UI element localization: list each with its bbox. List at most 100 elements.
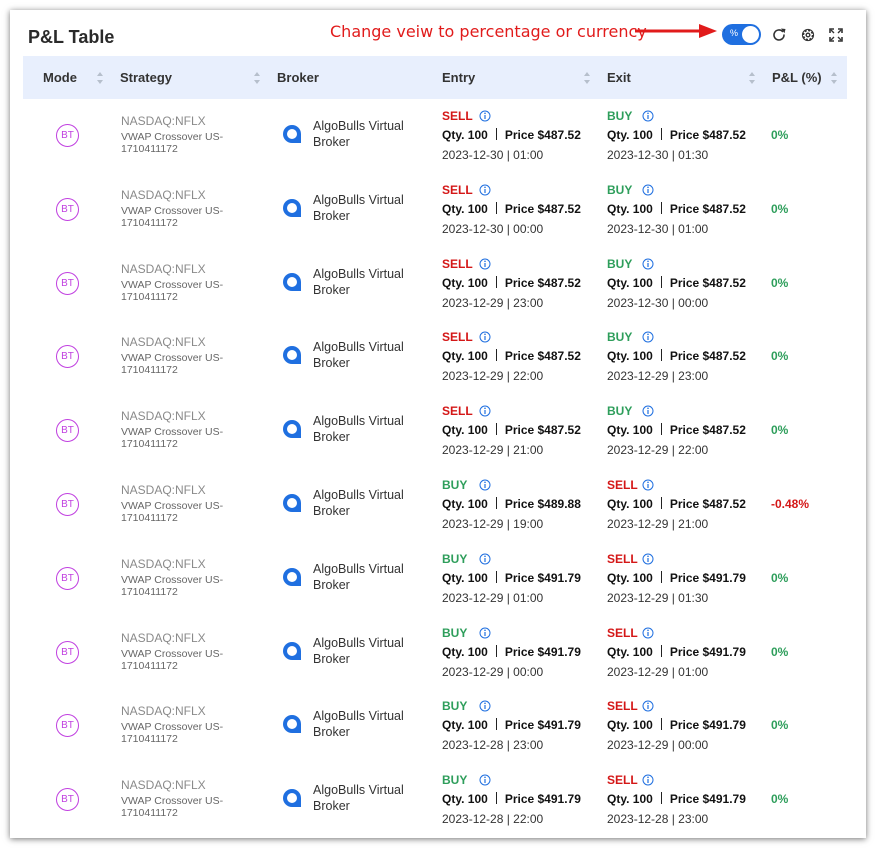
fullscreen-icon[interactable]: [828, 27, 844, 43]
pl-value: 0%: [771, 275, 789, 290]
entry-qty: Qty. 100: [442, 570, 488, 585]
sort-icon[interactable]: [96, 71, 104, 85]
broker-name: AlgoBulls Virtual Broker: [313, 119, 404, 149]
separator: [660, 128, 662, 140]
separator: [495, 496, 497, 509]
exit-info-icon[interactable]: [642, 184, 654, 196]
entry-price: Price $491.79: [504, 792, 581, 807]
table-row[interactable]: BT NASDAQ:NFLX VWAP Crossover US-1710411…: [23, 616, 847, 690]
separator: [660, 792, 662, 805]
entry-price: Price $487.52: [504, 201, 581, 216]
sort-icon[interactable]: [830, 71, 838, 85]
table-row[interactable]: BT NASDAQ:NFLX VWAP Crossover US-1710411…: [23, 99, 847, 173]
table-row[interactable]: BT NASDAQ:NFLX VWAP Crossover US-1710411…: [23, 320, 847, 394]
pl-value: 0%: [771, 423, 789, 438]
entry-datetime: 2023-12-29 | 01:00: [442, 590, 544, 605]
entry-datetime: 2023-12-30 | 01:00: [442, 148, 544, 162]
entry-qty-price: Qty. 100 Price $491.79: [442, 718, 581, 732]
exit-qty-price: Qty. 100 Price $487.52: [607, 275, 746, 290]
sort-icon[interactable]: [583, 71, 591, 85]
exit-info-icon[interactable]: [642, 405, 654, 417]
sort-icon[interactable]: [748, 71, 756, 85]
exit-info-icon[interactable]: [642, 553, 654, 565]
broker-logo-icon: [283, 715, 301, 734]
exit-price: Price $487.52: [669, 423, 746, 438]
entry-qty: Qty. 100: [442, 275, 488, 290]
separator: [660, 718, 662, 731]
entry-info-icon[interactable]: [479, 553, 491, 565]
entry-side: BUY: [442, 773, 468, 788]
strategy-name: VWAP Crossover US-1710411172: [121, 352, 224, 377]
column-header-pl[interactable]: P&L (%): [772, 56, 822, 99]
exit-datetime: 2023-12-30 | 01:00: [607, 221, 709, 236]
entry-info-icon[interactable]: [479, 700, 491, 712]
exit-info-icon[interactable]: [642, 479, 654, 491]
table-row[interactable]: BT NASDAQ:NFLX VWAP Crossover US-1710411…: [23, 394, 847, 468]
entry-qty: Qty. 100: [442, 349, 488, 364]
exit-price: Price $491.79: [669, 792, 746, 807]
exit-datetime: 2023-12-29 | 01:30: [607, 590, 709, 605]
entry-info-icon[interactable]: [479, 479, 491, 491]
strategy-symbol: NASDAQ:NFLX: [121, 778, 206, 793]
column-header-strategy[interactable]: Strategy: [120, 56, 172, 99]
entry-qty-price: Qty. 100 Price $487.52: [442, 275, 581, 290]
exit-price: Price $487.52: [669, 496, 746, 511]
entry-info-icon[interactable]: [479, 405, 491, 417]
table-row[interactable]: BT NASDAQ:NFLX VWAP Crossover US-1710411…: [23, 247, 847, 321]
gear-icon[interactable]: [800, 27, 816, 43]
refresh-icon[interactable]: [771, 27, 787, 43]
broker-name: AlgoBulls Virtual Broker: [313, 340, 404, 371]
sort-icon[interactable]: [253, 71, 261, 85]
entry-qty: Qty. 100: [442, 201, 488, 216]
entry-datetime: 2023-12-29 | 21:00: [442, 443, 544, 458]
strategy-symbol: NASDAQ:NFLX: [121, 114, 206, 128]
entry-side: BUY: [442, 477, 468, 492]
entry-info-icon[interactable]: [479, 627, 491, 639]
toggle-label: %: [730, 28, 739, 38]
entry-qty: Qty. 100: [442, 128, 488, 142]
strategy-symbol: NASDAQ:NFLX: [121, 556, 206, 571]
strategy-symbol: NASDAQ:NFLX: [121, 630, 206, 645]
exit-info-icon[interactable]: [642, 258, 654, 270]
exit-price: Price $487.52: [669, 275, 746, 290]
exit-price: Price $487.52: [669, 349, 746, 364]
entry-side: SELL: [442, 109, 473, 123]
exit-qty-price: Qty. 100 Price $487.52: [607, 349, 746, 363]
separator: [660, 423, 662, 436]
broker-logo-icon: [283, 641, 301, 660]
entry-datetime: 2023-12-29 | 19:00: [442, 516, 544, 531]
separator: [495, 349, 497, 362]
exit-qty: Qty. 100: [607, 201, 653, 216]
column-header-exit[interactable]: Exit: [607, 56, 631, 99]
entry-side: SELL: [442, 330, 473, 345]
entry-side: SELL: [442, 256, 473, 271]
column-header-broker[interactable]: Broker: [277, 56, 319, 99]
entry-info-icon[interactable]: [479, 331, 491, 343]
percentage-currency-toggle[interactable]: %: [722, 24, 761, 45]
table-row[interactable]: BT NASDAQ:NFLX VWAP Crossover US-1710411…: [23, 542, 847, 616]
entry-price: Price $491.79: [504, 570, 581, 585]
exit-qty-price: Qty. 100 Price $487.52: [607, 128, 746, 142]
table-row[interactable]: BT NASDAQ:NFLX VWAP Crossover US-1710411…: [23, 689, 847, 763]
exit-info-icon[interactable]: [642, 774, 654, 786]
exit-info-icon[interactable]: [642, 110, 654, 122]
entry-side: BUY: [442, 625, 468, 640]
entry-info-icon[interactable]: [479, 774, 491, 786]
exit-datetime: 2023-12-29 | 22:00: [607, 443, 709, 458]
entry-info-icon[interactable]: [479, 184, 491, 196]
table-row[interactable]: BT NASDAQ:NFLX VWAP Crossover US-1710411…: [23, 173, 847, 247]
pl-value: 0%: [771, 792, 789, 807]
broker-logo-icon: [283, 420, 301, 439]
exit-info-icon[interactable]: [642, 331, 654, 343]
strategy-name: VWAP Crossover US-1710411172: [121, 721, 224, 746]
table-row[interactable]: BT NASDAQ:NFLX VWAP Crossover US-1710411…: [23, 763, 847, 837]
exit-info-icon[interactable]: [642, 627, 654, 639]
column-header-entry[interactable]: Entry: [442, 56, 475, 99]
column-header-mode[interactable]: Mode: [43, 56, 77, 99]
separator: [660, 275, 662, 288]
entry-info-icon[interactable]: [479, 258, 491, 270]
table-row[interactable]: BT NASDAQ:NFLX VWAP Crossover US-1710411…: [23, 468, 847, 542]
exit-info-icon[interactable]: [642, 700, 654, 712]
entry-info-icon[interactable]: [479, 110, 491, 122]
separator: [495, 275, 497, 288]
